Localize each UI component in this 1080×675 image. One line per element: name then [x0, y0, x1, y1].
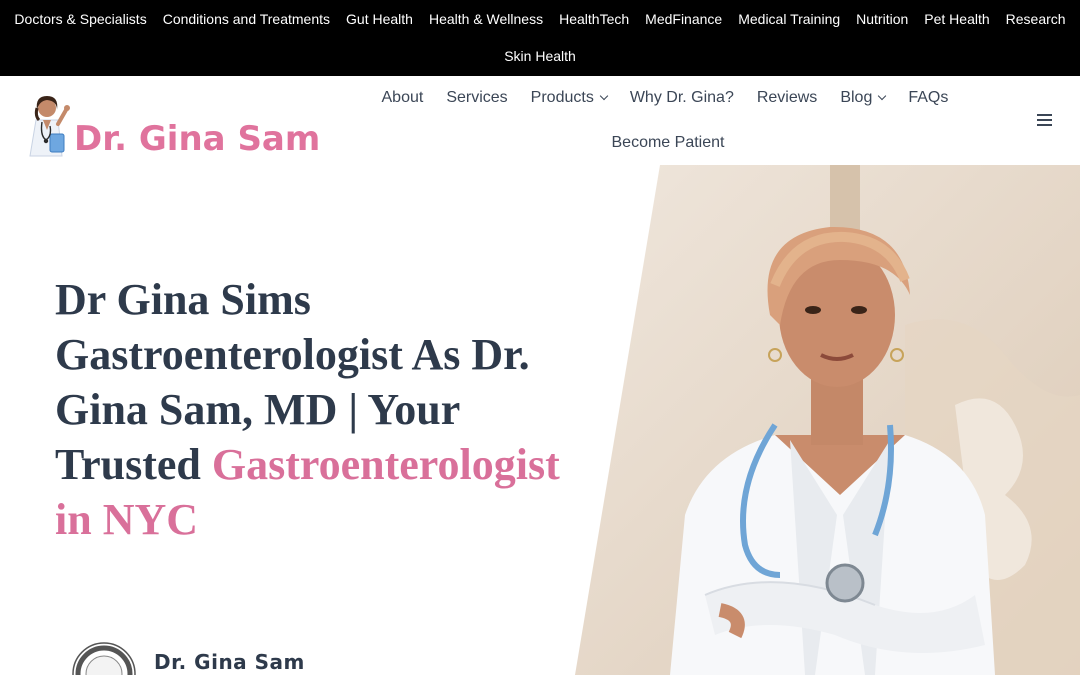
- category-link-medfinance[interactable]: MedFinance: [637, 9, 730, 29]
- category-link-pet-health[interactable]: Pet Health: [916, 9, 997, 29]
- chevron-down-icon: [878, 91, 887, 101]
- nav-item-services[interactable]: Services: [435, 88, 519, 108]
- category-bar-row: Skin Health: [0, 46, 1080, 66]
- category-link-healthtech[interactable]: HealthTech: [551, 9, 637, 29]
- site-header: Dr. Gina Sam About Services Products Why…: [0, 76, 1080, 165]
- nav-item-reviews[interactable]: Reviews: [745, 88, 828, 108]
- nav-item-label: About: [381, 89, 424, 106]
- hamburger-icon[interactable]: [1037, 114, 1052, 126]
- hamburger-line: [1037, 114, 1052, 116]
- nav-item-faqs[interactable]: FAQs: [897, 88, 960, 108]
- nav-item-about[interactable]: About: [370, 88, 435, 108]
- nav-item-label: Why Dr. Gina?: [629, 89, 734, 106]
- hamburger-line: [1037, 124, 1052, 126]
- category-link-doctors-specialists[interactable]: Doctors & Specialists: [6, 9, 154, 29]
- nav-item-label: Products: [530, 89, 594, 106]
- doctor-illustration-icon: [29, 96, 70, 157]
- hero-doctor-photo: [575, 165, 1080, 675]
- category-link-gut-health[interactable]: Gut Health: [338, 9, 421, 29]
- category-link-skin-health[interactable]: Skin Health: [496, 46, 584, 66]
- site-logo[interactable]: Dr. Gina Sam: [22, 86, 322, 159]
- nav-item-label: Reviews: [756, 89, 818, 106]
- hamburger-line: [1037, 119, 1052, 121]
- medical-seal-icon: [72, 642, 136, 675]
- category-link-conditions-treatments[interactable]: Conditions and Treatments: [155, 9, 338, 29]
- hero-title: Dr Gina Sims Gastroenterologist As Dr. G…: [55, 272, 575, 547]
- nav-item-why-dr-gina[interactable]: Why Dr. Gina?: [618, 88, 745, 108]
- nav-item-label: FAQs: [908, 89, 949, 106]
- nav-item-become-patient[interactable]: Become Patient: [600, 133, 736, 153]
- nav-item-products[interactable]: Products: [519, 88, 618, 108]
- author-byline: Dr. Gina Sam: [72, 640, 372, 675]
- category-link-nutrition[interactable]: Nutrition: [848, 9, 916, 29]
- author-name: Dr. Gina Sam: [154, 650, 305, 674]
- nav-item-label: Become Patient: [611, 134, 725, 151]
- nav-item-blog[interactable]: Blog: [829, 88, 897, 108]
- category-bar: Doctors & Specialists Conditions and Tre…: [0, 0, 1080, 76]
- logo-text: Dr. Gina Sam: [74, 119, 321, 159]
- category-link-medical-training[interactable]: Medical Training: [730, 9, 848, 29]
- category-bar-row: Doctors & Specialists Conditions and Tre…: [0, 9, 1080, 29]
- main-nav-row2: Become Patient: [600, 133, 736, 153]
- main-nav: About Services Products Why Dr. Gina? Re…: [370, 88, 960, 108]
- nav-item-label: Services: [446, 89, 508, 106]
- category-link-health-wellness[interactable]: Health & Wellness: [421, 9, 551, 29]
- chevron-down-icon: [599, 91, 609, 101]
- category-link-research[interactable]: Research: [998, 9, 1074, 29]
- nav-item-label: Blog: [840, 89, 873, 106]
